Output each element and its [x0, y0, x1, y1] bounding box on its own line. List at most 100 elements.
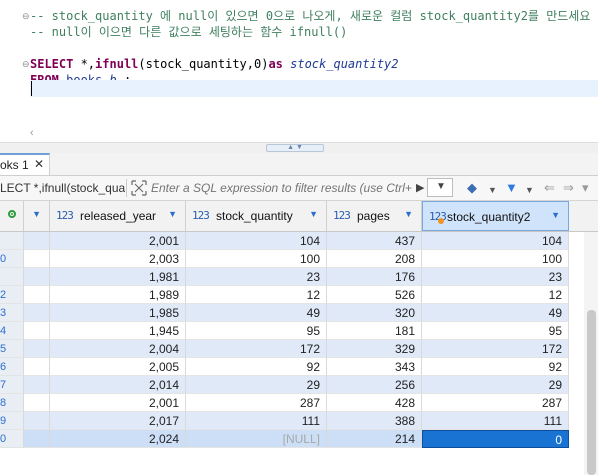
cell-pages[interactable]: 526	[327, 286, 422, 304]
scrollbar-thumb[interactable]	[587, 310, 596, 475]
cell-stock-quantity2[interactable]: 287	[422, 394, 569, 412]
sort-icon[interactable]: ▼	[309, 209, 318, 219]
more-icon[interactable]: ▾	[582, 180, 589, 196]
cell-released-year[interactable]: 2,001	[50, 232, 186, 250]
forward-icon[interactable]: ⇒	[563, 180, 574, 196]
sort-icon[interactable]: ▼	[404, 209, 413, 219]
row-select-cell[interactable]	[24, 232, 50, 250]
chevron-down-icon[interactable]: ▼	[32, 209, 41, 219]
cell-stock-quantity[interactable]: 104	[186, 232, 327, 250]
row-select-cell[interactable]	[24, 304, 50, 322]
cell-stock-quantity[interactable]: 100	[186, 250, 327, 268]
cell-stock-quantity[interactable]: 111	[186, 412, 327, 430]
cell-stock-quantity2[interactable]: 95	[422, 322, 569, 340]
cell-stock-quantity[interactable]: 95	[186, 322, 327, 340]
cell-stock-quantity[interactable]: 23	[186, 268, 327, 286]
table-row[interactable]: 6 2,005 92 343 92	[0, 358, 569, 376]
cell-pages[interactable]: 320	[327, 304, 422, 322]
row-select-cell[interactable]	[24, 322, 50, 340]
cell-released-year[interactable]: 2,005	[50, 358, 186, 376]
row-number-cell[interactable]	[0, 232, 24, 250]
row-select-cell[interactable]	[24, 286, 50, 304]
table-row[interactable]: 4 1,945 95 181 95	[0, 322, 569, 340]
cell-stock-quantity[interactable]: 287	[186, 394, 327, 412]
cell-stock-quantity2[interactable]: 111	[422, 412, 569, 430]
cell-stock-quantity2[interactable]: 100	[422, 250, 569, 268]
fold-marker-icon[interactable]: ⊖	[22, 60, 30, 69]
cell-released-year[interactable]: 2,014	[50, 376, 186, 394]
cell-stock-quantity[interactable]: 29	[186, 376, 327, 394]
cell-released-year[interactable]: 2,024	[50, 430, 186, 448]
cell-released-year[interactable]: 2,003	[50, 250, 186, 268]
table-row[interactable]: 5 2,004 172 329 172	[0, 340, 569, 358]
row-number-cell[interactable]: 5	[0, 340, 24, 358]
sql-editor[interactable]: ⊖ -- stock_quantity 에 null이 있으면 0으로 나오게,…	[0, 0, 598, 128]
cell-stock-quantity2[interactable]: 0	[422, 430, 569, 448]
cell-pages[interactable]: 343	[327, 358, 422, 376]
select-column-header[interactable]: ▼	[24, 201, 50, 231]
query-text-crumb[interactable]: LECT *,ifnull(stock_quar	[0, 179, 125, 197]
column-header-pages[interactable]: 123 pages ▼	[327, 201, 422, 231]
table-row[interactable]: 3 1,985 49 320 49	[0, 304, 569, 322]
cell-pages[interactable]: 256	[327, 376, 422, 394]
cell-stock-quantity[interactable]: 172	[186, 340, 327, 358]
funnel-icon[interactable]: ▼	[505, 180, 518, 196]
table-row[interactable]: 0 2,003 100 208 100	[0, 250, 569, 268]
cell-stock-quantity[interactable]: 92	[186, 358, 327, 376]
table-row[interactable]: 9 2,017 111 388 111	[0, 412, 569, 430]
cell-pages[interactable]: 437	[327, 232, 422, 250]
chevron-down-icon[interactable]: ▼	[525, 182, 534, 198]
row-select-cell[interactable]	[24, 358, 50, 376]
row-select-cell[interactable]	[24, 250, 50, 268]
row-select-cell[interactable]	[24, 340, 50, 358]
table-row[interactable]: 2,001 104 437 104	[0, 232, 569, 250]
cell-stock-quantity2[interactable]: 172	[422, 340, 569, 358]
row-number-cell[interactable]: 9	[0, 412, 24, 430]
row-status-header[interactable]	[0, 201, 24, 231]
table-row[interactable]: 1,981 23 176 23	[0, 268, 569, 286]
cell-stock-quantity[interactable]: 12	[186, 286, 327, 304]
row-select-cell[interactable]	[24, 430, 50, 448]
row-number-cell[interactable]: 0	[0, 250, 24, 268]
cell-stock-quantity[interactable]: [NULL]	[186, 430, 327, 448]
cell-pages[interactable]: 214	[327, 430, 422, 448]
row-number-cell[interactable]: 7	[0, 376, 24, 394]
splitter-handle-icon[interactable]: ▲ ▼	[266, 144, 324, 152]
eraser-icon[interactable]: ◆	[467, 180, 477, 196]
row-number-cell[interactable]: 8	[0, 394, 24, 412]
cell-released-year[interactable]: 1,945	[50, 322, 186, 340]
row-select-cell[interactable]	[24, 376, 50, 394]
column-header-stock-quantity[interactable]: 123 stock_quantity ▼	[186, 201, 327, 231]
table-row[interactable]: 7 2,014 29 256 29	[0, 376, 569, 394]
row-select-cell[interactable]	[24, 268, 50, 286]
table-row[interactable]: 2 1,989 12 526 12	[0, 286, 569, 304]
row-number-cell[interactable]: 6	[0, 358, 24, 376]
cell-pages[interactable]: 176	[327, 268, 422, 286]
row-number-cell[interactable]: 0	[0, 430, 24, 448]
fold-marker-icon[interactable]: ⊖	[22, 12, 30, 21]
cell-stock-quantity2[interactable]: 12	[422, 286, 569, 304]
cell-stock-quantity2[interactable]: 23	[422, 268, 569, 286]
table-row[interactable]: 0 2,024 [NULL] 214 0	[0, 430, 569, 448]
row-select-cell[interactable]	[24, 394, 50, 412]
sort-icon[interactable]: ▼	[168, 209, 177, 219]
filter-expression-icon[interactable]	[131, 180, 147, 196]
results-grid[interactable]: ▼ 123 released_year ▼ 123 stock_quantity…	[0, 201, 598, 475]
row-number-cell[interactable]: 2	[0, 286, 24, 304]
tab-results[interactable]: oks 1 ✕	[0, 153, 50, 175]
cell-pages[interactable]: 208	[327, 250, 422, 268]
cell-pages[interactable]: 388	[327, 412, 422, 430]
column-header-stock-quantity2[interactable]: 123 stock_quantity2 ▼	[422, 201, 569, 231]
cell-stock-quantity2[interactable]: 104	[422, 232, 569, 250]
cell-stock-quantity2[interactable]: 29	[422, 376, 569, 394]
cell-stock-quantity2[interactable]: 49	[422, 304, 569, 322]
close-icon[interactable]: ✕	[34, 157, 44, 171]
cell-stock-quantity[interactable]: 49	[186, 304, 327, 322]
cell-released-year[interactable]: 1,985	[50, 304, 186, 322]
editor-horizontal-scrollbar[interactable]: ‹	[0, 126, 598, 142]
row-number-cell[interactable]: 3	[0, 304, 24, 322]
table-row[interactable]: 8 2,001 287 428 287	[0, 394, 569, 412]
row-number-cell[interactable]	[0, 268, 24, 286]
sort-icon[interactable]: ▼	[551, 210, 560, 220]
cell-stock-quantity2[interactable]: 92	[422, 358, 569, 376]
